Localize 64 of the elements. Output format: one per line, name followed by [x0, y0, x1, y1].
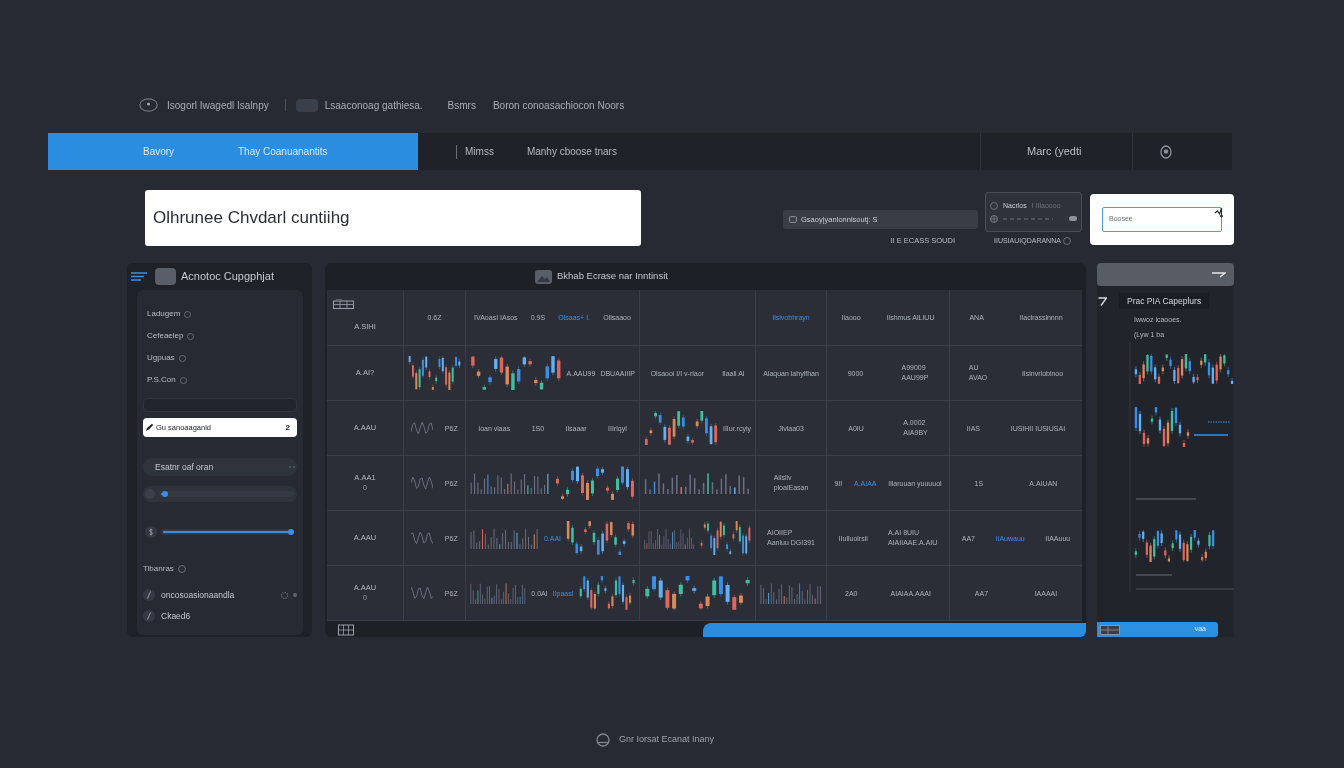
tab[interactable]: Manhy cboose tnars	[509, 133, 633, 170]
bar-sparkline	[470, 582, 527, 604]
tab[interactable]: Mimss	[457, 133, 510, 170]
scroll-thumb[interactable]	[703, 623, 1086, 637]
slash-circle-icon	[143, 610, 155, 622]
ring-icon	[187, 332, 195, 340]
panel-title: Bkhab Ecrase nar Inntinsit	[557, 269, 668, 284]
ring-icon	[990, 202, 998, 211]
nav-link[interactable]: Lsaaconoag gathiesa.	[324, 97, 423, 113]
table-icon	[1100, 624, 1120, 635]
menu-button[interactable]: Marc (yedti	[981, 133, 1132, 170]
table-icon	[333, 299, 357, 309]
square-icon	[789, 215, 797, 223]
square-icon	[155, 268, 176, 285]
sparkline	[411, 476, 434, 490]
dots-icon	[289, 465, 295, 469]
ring-icon	[184, 310, 192, 318]
slider-track[interactable]	[159, 491, 294, 497]
ring-icon	[1062, 236, 1071, 245]
list-item[interactable]: Cefeaelep	[143, 325, 297, 347]
candlestick-chart	[578, 576, 635, 610]
ring-icon	[177, 565, 186, 573]
panel-title: Acnotoc Cupgphjat	[181, 269, 274, 285]
list-item[interactable]: Ladugem	[143, 303, 297, 325]
sparkline	[411, 531, 434, 545]
section-title: Tibanras	[143, 563, 174, 575]
slider-thumb[interactable]	[288, 529, 294, 535]
table-icon	[338, 624, 354, 636]
candlestick-chart	[566, 521, 635, 555]
pen-icon	[145, 423, 154, 432]
footer-text: Gnr Iorsat Ecanat Inany	[619, 733, 715, 747]
list-item[interactable]: P.S.Con	[143, 369, 297, 391]
nav-link[interactable]: Boron conoasachiocon Noors	[492, 97, 625, 113]
circle-icon	[596, 733, 610, 747]
dollar-icon	[145, 526, 157, 538]
angle-icon	[1098, 296, 1107, 306]
sparkline	[411, 586, 434, 600]
globe-icon	[990, 214, 998, 223]
ring-icon	[139, 98, 158, 112]
search-field[interactable]: Olhrunee Chvdarl cuntiihg	[145, 190, 641, 246]
section-item[interactable]: oncosoasionaandla	[143, 588, 235, 602]
sparkline	[411, 421, 434, 435]
ring-icon	[1160, 144, 1172, 159]
nav-link[interactable]: Bsmrs	[447, 97, 476, 113]
slider-thumb[interactable]	[161, 491, 168, 497]
image-icon	[535, 269, 552, 284]
option-row[interactable]: Esatnr oaf oran	[143, 458, 297, 476]
brand-name: Isogorl Iwagedl Isalnpy	[167, 98, 269, 113]
dotted-ring-icon	[280, 590, 289, 600]
menu-icon	[131, 272, 147, 281]
section-item[interactable]: Ckaed6	[143, 609, 191, 623]
caret-icon	[1212, 271, 1226, 278]
bar-sparkline	[644, 527, 695, 549]
candlestick-chart	[700, 521, 751, 555]
candlestick-chart	[408, 356, 461, 390]
ring-icon	[179, 376, 187, 384]
ring-icon	[178, 354, 186, 362]
pill-icon	[1069, 216, 1077, 221]
bar-sparkline	[760, 582, 822, 604]
slash-circle-icon	[143, 589, 155, 601]
list-item[interactable]: Ugpuas	[143, 347, 297, 369]
bar-sparkline	[470, 527, 539, 549]
zigzag-arrow-icon	[1214, 207, 1223, 218]
panel-title: Prac PIA Capeplurs	[1119, 292, 1210, 310]
